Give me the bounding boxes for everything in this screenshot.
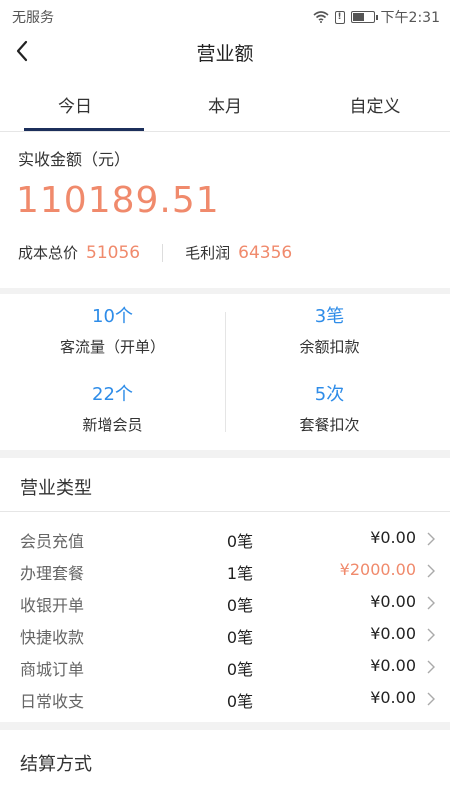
stat-caption: 新增会员: [82, 416, 143, 434]
row-name: 办理套餐: [20, 564, 85, 583]
stat-package-deduction[interactable]: 5次 套餐扣次: [217, 380, 442, 435]
row-count: 0笔: [226, 692, 254, 711]
section-title: 结算方式: [20, 754, 92, 775]
section-title: 营业类型: [20, 478, 92, 499]
row-amount: ¥2000.00: [339, 560, 416, 579]
list-item-quick-payment[interactable]: 快捷收款 0笔 ¥0.00: [0, 618, 450, 650]
row-name: 会员充值: [20, 532, 85, 551]
page-title: 营业额: [196, 43, 254, 65]
row-amount: ¥0.00: [370, 656, 416, 675]
row-count: 0笔: [226, 628, 254, 647]
row-name: 商城订单: [20, 660, 85, 679]
business-types-section: 营业类型 会员充值 0笔 ¥0.00 办理套餐 1笔 ¥2000.00 收银开单…: [0, 458, 450, 722]
row-amount: ¥0.00: [370, 592, 416, 611]
stat-value: 3笔: [314, 306, 345, 327]
profit-value: 64356: [238, 242, 293, 263]
settlement-section: 结算方式: [0, 730, 450, 800]
stats-grid: 10个 客流量（开单） 3笔 余额扣款 22个 新增会员 5次 套餐扣次: [0, 294, 450, 450]
stat-caption: 套餐扣次: [299, 416, 360, 434]
row-name: 日常收支: [20, 692, 85, 711]
row-count: 0笔: [226, 596, 254, 615]
carrier-label: 无服务: [12, 10, 54, 26]
revenue-breakdown: 成本总价 51056 毛利润 64356: [18, 242, 292, 263]
stat-customer-flow[interactable]: 10个 客流量（开单）: [0, 302, 225, 357]
wifi-icon: [313, 11, 329, 23]
chevron-right-icon: [426, 691, 436, 706]
clock: 下午2:31: [380, 10, 440, 26]
period-tabs: 今日 本月 自定义: [0, 72, 450, 132]
row-count: 0笔: [226, 532, 254, 551]
row-amount: ¥0.00: [370, 624, 416, 643]
profit-label: 毛利润: [185, 244, 231, 262]
list-item-mall-order[interactable]: 商城订单 0笔 ¥0.00: [0, 650, 450, 682]
revenue-amount: 110189.51: [16, 180, 220, 221]
battery-icon: [350, 11, 378, 23]
list-item-package[interactable]: 办理套餐 1笔 ¥2000.00: [0, 554, 450, 586]
tab-this-month[interactable]: 本月: [150, 72, 300, 131]
revenue-label: 实收金额（元）: [18, 150, 131, 169]
revenue-card: 实收金额（元） 110189.51 成本总价 51056 毛利润 64356: [0, 132, 450, 288]
list-item-member-recharge[interactable]: 会员充值 0笔 ¥0.00: [0, 522, 450, 554]
chevron-right-icon: [426, 627, 436, 642]
chevron-right-icon: [426, 595, 436, 610]
section-header: 营业类型: [0, 458, 450, 512]
cost-value: 51056: [86, 242, 141, 263]
chevron-right-icon: [426, 531, 436, 546]
list-item-cashier-order[interactable]: 收银开单 0笔 ¥0.00: [0, 586, 450, 618]
nav-bar: 营业额: [0, 32, 450, 72]
stat-value: 5次: [314, 384, 345, 405]
status-icons: ! 下午2:31: [313, 7, 440, 27]
tab-today[interactable]: 今日: [0, 72, 150, 131]
stat-balance-deduction[interactable]: 3笔 余额扣款: [217, 302, 442, 357]
sim-alert-icon: !: [334, 10, 345, 24]
stat-value: 22个: [92, 384, 133, 405]
status-bar: 无服务 ! 下午2:31: [0, 0, 450, 32]
list-item-daily-income-expense[interactable]: 日常收支 0笔 ¥0.00: [0, 682, 450, 714]
stat-caption: 余额扣款: [299, 338, 360, 356]
row-count: 1笔: [226, 564, 254, 583]
chevron-right-icon: [426, 563, 436, 578]
stat-caption: 客流量（开单）: [59, 338, 165, 356]
chevron-right-icon: [426, 659, 436, 674]
tab-custom[interactable]: 自定义: [300, 72, 450, 131]
row-name: 收银开单: [20, 596, 85, 615]
row-count: 0笔: [226, 660, 254, 679]
row-amount: ¥0.00: [370, 528, 416, 547]
stat-new-members[interactable]: 22个 新增会员: [0, 380, 225, 435]
row-name: 快捷收款: [20, 628, 85, 647]
row-amount: ¥0.00: [370, 688, 416, 707]
cost-label: 成本总价: [18, 244, 79, 262]
divider: [162, 243, 164, 262]
stat-value: 10个: [92, 306, 133, 327]
